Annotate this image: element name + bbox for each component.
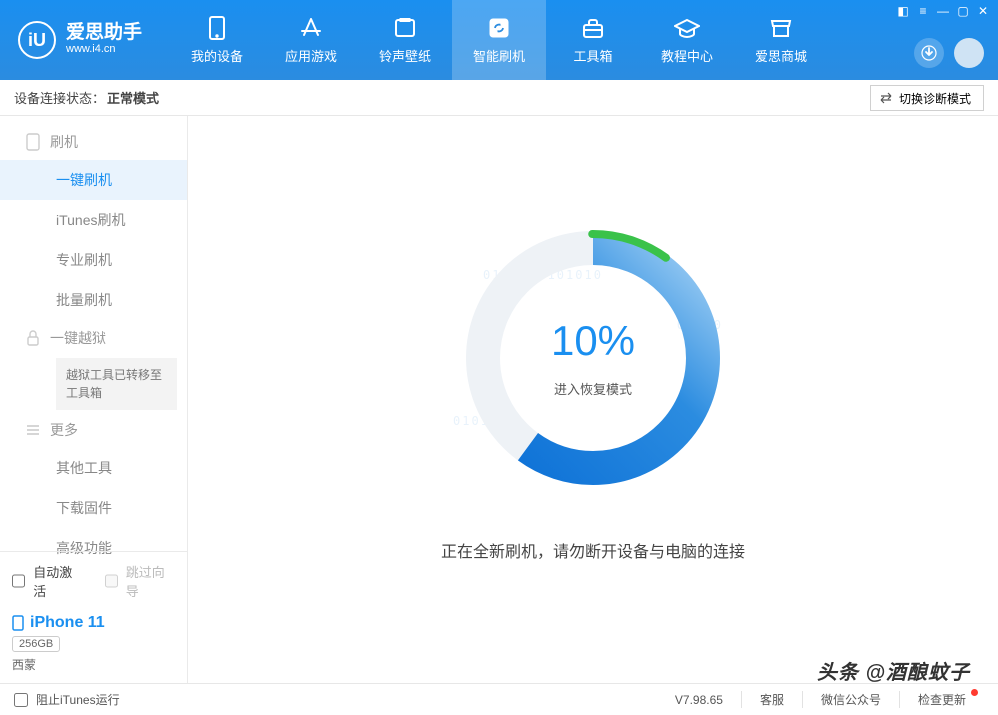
progress-stage: 进入恢复模式 bbox=[554, 379, 632, 398]
app-header: iU 爱思助手 www.i4.cn 我的设备 应用游戏 铃声壁纸 智能刷机 工具… bbox=[0, 0, 998, 80]
skip-guide-checkbox bbox=[105, 574, 118, 588]
nav-tutorial[interactable]: 教程中心 bbox=[640, 0, 734, 80]
auto-activate-checkbox[interactable] bbox=[12, 574, 25, 588]
footer-link-update[interactable]: 检查更新 bbox=[899, 691, 984, 708]
logo[interactable]: iU 爱思助手 www.i4.cn bbox=[0, 21, 170, 59]
sidebar-item-batch-flash[interactable]: 批量刷机 bbox=[0, 280, 187, 320]
block-itunes-checkbox[interactable] bbox=[14, 693, 28, 707]
menu-icon bbox=[26, 424, 40, 436]
nav-device[interactable]: 我的设备 bbox=[170, 0, 264, 80]
nav-label: 工具箱 bbox=[573, 46, 612, 65]
lock-icon bbox=[26, 330, 40, 346]
nav-label: 我的设备 bbox=[191, 46, 243, 65]
sidebar-item-download-firmware[interactable]: 下载固件 bbox=[0, 488, 187, 528]
status-bar: 设备连接状态： 正常模式 切换诊断模式 bbox=[0, 80, 998, 116]
toolbox-icon bbox=[579, 16, 607, 40]
maximize-icon[interactable]: ▢ bbox=[954, 3, 972, 19]
device-user: 西蒙 bbox=[12, 656, 175, 673]
nav-store[interactable]: 爱思商城 bbox=[734, 0, 828, 80]
device-info[interactable]: iPhone 11 256GB 西蒙 bbox=[0, 610, 187, 683]
nav-label: 智能刷机 bbox=[473, 46, 525, 65]
sidebar: 刷机 一键刷机 iTunes刷机 专业刷机 批量刷机 一键越狱 越狱工具已转移至… bbox=[0, 116, 188, 683]
store-icon bbox=[767, 16, 795, 40]
nav-label: 铃声壁纸 bbox=[379, 46, 431, 65]
download-button[interactable] bbox=[914, 38, 944, 68]
appstore-icon bbox=[297, 16, 325, 40]
close-icon[interactable]: ✕ bbox=[974, 3, 992, 19]
phone-icon bbox=[26, 133, 40, 151]
logo-title: 爱思助手 bbox=[66, 23, 142, 42]
titlebar-controls: ◧ ≡ — ▢ ✕ bbox=[894, 3, 992, 19]
sidebar-section-more: 更多 bbox=[0, 412, 187, 448]
logo-badge-icon: iU bbox=[18, 21, 56, 59]
nav-toolbox[interactable]: 工具箱 bbox=[546, 0, 640, 80]
skin-icon[interactable]: ◧ bbox=[894, 3, 912, 19]
footer: 阻止iTunes运行 V7.98.65 客服 微信公众号 检查更新 bbox=[0, 683, 998, 715]
sidebar-section-flash: 刷机 bbox=[0, 124, 187, 160]
footer-link-support[interactable]: 客服 bbox=[741, 691, 802, 708]
sidebar-section-jailbreak: 一键越狱 bbox=[0, 320, 187, 356]
version-label: V7.98.65 bbox=[657, 693, 741, 707]
phone-icon bbox=[12, 615, 24, 631]
block-itunes-label: 阻止iTunes运行 bbox=[36, 691, 120, 708]
header-actions bbox=[914, 38, 984, 68]
graduation-icon bbox=[673, 16, 701, 40]
swap-icon bbox=[879, 92, 893, 104]
phone-icon bbox=[203, 16, 231, 40]
main-nav: 我的设备 应用游戏 铃声壁纸 智能刷机 工具箱 教程中心 爱思商城 bbox=[170, 0, 828, 80]
sidebar-item-itunes-flash[interactable]: iTunes刷机 bbox=[0, 200, 187, 240]
logo-subtitle: www.i4.cn bbox=[66, 42, 142, 56]
progress-percent: 10% bbox=[551, 317, 635, 365]
skip-guide-label: 跳过向导 bbox=[126, 562, 175, 600]
minimize-icon[interactable]: — bbox=[934, 3, 952, 19]
nav-media[interactable]: 铃声壁纸 bbox=[358, 0, 452, 80]
sidebar-item-pro-flash[interactable]: 专业刷机 bbox=[0, 240, 187, 280]
switch-mode-button[interactable]: 切换诊断模式 bbox=[870, 85, 984, 111]
device-storage: 256GB bbox=[12, 636, 60, 652]
main-content: 0101010101010 01010 0101 10% bbox=[188, 116, 998, 683]
nav-label: 应用游戏 bbox=[285, 46, 337, 65]
jailbreak-moved-note: 越狱工具已转移至工具箱 bbox=[56, 358, 177, 410]
device-name: iPhone 11 bbox=[30, 614, 105, 632]
refresh-icon bbox=[485, 16, 513, 40]
update-dot-icon bbox=[971, 689, 978, 696]
nav-apps[interactable]: 应用游戏 bbox=[264, 0, 358, 80]
nav-label: 爱思商城 bbox=[755, 46, 807, 65]
status-value: 正常模式 bbox=[107, 88, 159, 107]
avatar-button[interactable] bbox=[954, 38, 984, 68]
progress-ring: 0101010101010 01010 0101 10% bbox=[453, 218, 733, 498]
footer-link-wechat[interactable]: 微信公众号 bbox=[802, 691, 899, 708]
progress-hint: 正在全新刷机，请勿断开设备与电脑的连接 bbox=[441, 538, 745, 562]
switch-mode-label: 切换诊断模式 bbox=[899, 90, 971, 107]
nav-flash[interactable]: 智能刷机 bbox=[452, 0, 546, 80]
status-label: 设备连接状态： bbox=[14, 88, 105, 107]
menu-icon[interactable]: ≡ bbox=[914, 3, 932, 19]
sidebar-item-oneclick-flash[interactable]: 一键刷机 bbox=[0, 160, 187, 200]
nav-label: 教程中心 bbox=[661, 46, 713, 65]
auto-activate-label: 自动激活 bbox=[33, 562, 82, 600]
wallpaper-icon bbox=[391, 16, 419, 40]
sidebar-item-other-tools[interactable]: 其他工具 bbox=[0, 448, 187, 488]
